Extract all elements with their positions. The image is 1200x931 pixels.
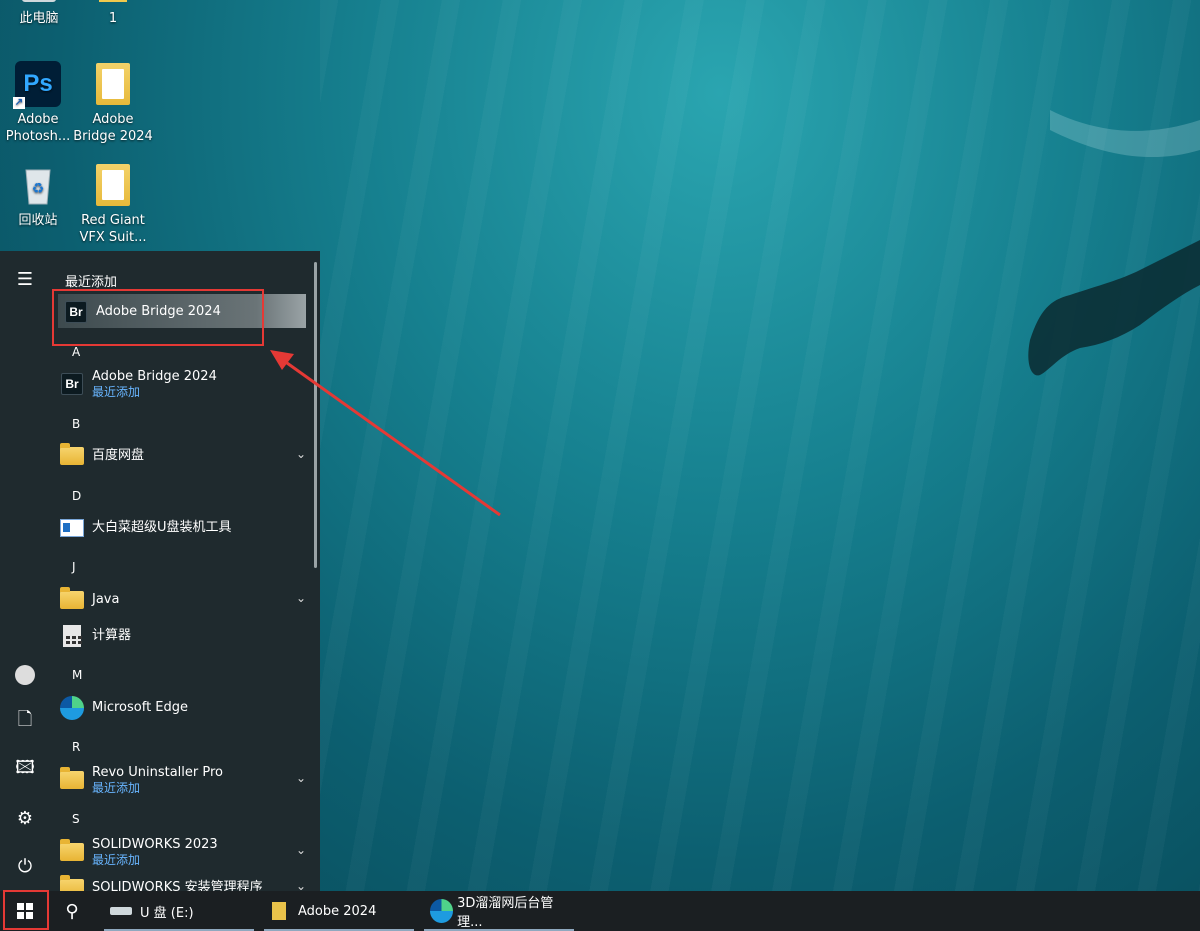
chevron-down-icon[interactable]: ⌄ bbox=[296, 843, 306, 857]
taskbar-item-label: Adobe 2024 bbox=[298, 903, 377, 919]
adobe-photoshop-icon[interactable]: Ps ↗ Adobe Photosh... bbox=[0, 61, 78, 145]
red-giant-folder-icon[interactable]: Red Giant VFX Suit... bbox=[73, 162, 153, 246]
desktop-icon-label: Adobe Photosh... bbox=[5, 112, 71, 144]
app-microsoft-edge[interactable]: Microsoft Edge bbox=[60, 691, 306, 725]
recent-header: 最近添加 bbox=[65, 275, 118, 290]
app-label: SOLIDWORKS 2023 bbox=[92, 837, 218, 852]
app-label: Revo Uninstaller Pro bbox=[92, 765, 223, 780]
search-icon[interactable]: ⚲ bbox=[50, 891, 94, 931]
app-window-icon bbox=[60, 519, 84, 537]
edge-icon bbox=[60, 696, 84, 720]
letter-s[interactable]: S bbox=[72, 812, 80, 826]
shortcut-arrow-icon: ↗ bbox=[13, 97, 25, 109]
taskbar: ⚲ U 盘 (E:) Adobe 2024 3D溜溜网后台管理... bbox=[0, 891, 1200, 931]
app-solidworks-2023[interactable]: SOLIDWORKS 2023 最近添加 ⌄ bbox=[60, 835, 306, 869]
taskbar-item-edge[interactable]: 3D溜溜网后台管理... bbox=[424, 891, 574, 931]
app-sublabel: 最近添加 bbox=[92, 781, 141, 795]
usb-drive-icon bbox=[110, 907, 132, 915]
taskbar-item-label: U 盘 (E:) bbox=[140, 905, 194, 921]
taskbar-item-adobe-2024[interactable]: Adobe 2024 bbox=[264, 891, 414, 931]
folder-1-icon[interactable]: 1 bbox=[73, 0, 153, 27]
app-sublabel: 最近添加 bbox=[92, 385, 141, 399]
taskbar-item-label: 3D溜溜网后台管理... bbox=[457, 896, 554, 930]
highlight-red-box bbox=[52, 289, 264, 346]
edge-icon bbox=[430, 899, 454, 923]
folder-icon bbox=[60, 839, 84, 861]
desktop-icon-label: Red Giant VFX Suit... bbox=[79, 213, 147, 245]
adobe-bridge-icon: Br bbox=[61, 373, 83, 395]
this-pc-icon[interactable]: 此电脑 bbox=[0, 0, 79, 27]
chevron-down-icon[interactable]: ⌄ bbox=[296, 591, 306, 605]
letter-r[interactable]: R bbox=[72, 740, 80, 754]
letter-b[interactable]: B bbox=[72, 417, 80, 431]
start-button-red-box bbox=[3, 890, 49, 930]
desktop-icon-label: 此电脑 bbox=[19, 11, 59, 26]
letter-m[interactable]: M bbox=[72, 668, 82, 682]
letter-d[interactable]: D bbox=[72, 489, 81, 503]
app-calculator[interactable]: 计算器 bbox=[60, 619, 306, 653]
folder-icon bbox=[272, 902, 286, 920]
desktop-icon-label: 回收站 bbox=[18, 213, 58, 228]
app-java[interactable]: Java ⌄ bbox=[60, 583, 306, 617]
letter-a[interactable]: A bbox=[72, 345, 80, 359]
chevron-down-icon[interactable]: ⌄ bbox=[296, 771, 306, 785]
annotation-arrow bbox=[270, 350, 501, 517]
app-sublabel: 最近添加 bbox=[92, 853, 141, 867]
app-label: Java bbox=[92, 592, 120, 607]
desktop-icon-label: Adobe Bridge 2024 bbox=[73, 112, 153, 144]
app-label: Microsoft Edge bbox=[92, 700, 189, 715]
taskbar-item-usb[interactable]: U 盘 (E:) bbox=[104, 891, 254, 931]
app-label: 百度网盘 bbox=[92, 448, 145, 463]
app-label: 大白菜超级U盘装机工具 bbox=[92, 520, 232, 535]
app-label: Adobe Bridge 2024 bbox=[92, 369, 217, 384]
folder-icon bbox=[60, 767, 84, 789]
app-revo-uninstaller[interactable]: Revo Uninstaller Pro 最近添加 ⌄ bbox=[60, 763, 306, 797]
recycle-bin-icon[interactable]: ♻ 回收站 bbox=[0, 162, 78, 229]
desktop-icon-label: 1 bbox=[108, 11, 118, 26]
folder-icon bbox=[60, 443, 84, 465]
calculator-icon bbox=[63, 625, 82, 647]
ps-glyph: Ps bbox=[23, 70, 53, 97]
letter-j[interactable]: J bbox=[72, 560, 76, 574]
folder-icon bbox=[96, 164, 130, 206]
folder-icon bbox=[96, 63, 130, 105]
app-label: 计算器 bbox=[92, 628, 132, 643]
folder-icon bbox=[60, 587, 84, 609]
svg-text:♻: ♻ bbox=[32, 181, 45, 197]
swimmer-silhouette bbox=[1028, 110, 1200, 376]
adobe-bridge-folder-icon[interactable]: Adobe Bridge 2024 bbox=[73, 61, 153, 145]
